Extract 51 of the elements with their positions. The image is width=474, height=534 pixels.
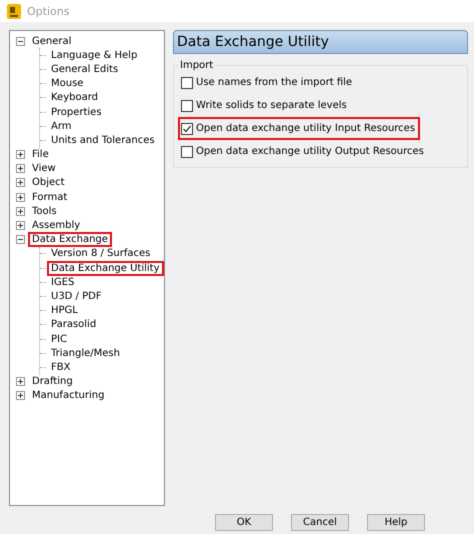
tree-item[interactable]: File bbox=[28, 147, 53, 162]
tree-item[interactable]: General Edits bbox=[47, 62, 122, 77]
tree-item[interactable]: Format bbox=[28, 190, 72, 205]
tree-item[interactable]: Keyboard bbox=[47, 90, 102, 106]
checkbox[interactable] bbox=[181, 76, 193, 88]
expand-icon[interactable] bbox=[16, 391, 25, 400]
expand-icon[interactable] bbox=[16, 178, 25, 188]
expand-icon[interactable] bbox=[16, 164, 25, 174]
expand-icon[interactable] bbox=[16, 221, 25, 230]
tree-item[interactable]: Assembly bbox=[28, 218, 84, 234]
tree-item[interactable]: Object bbox=[28, 175, 69, 190]
page-title: Data Exchange Utility bbox=[173, 30, 468, 54]
tree-item[interactable]: Language & Help bbox=[47, 48, 142, 63]
cancel-button[interactable]: Cancel bbox=[291, 514, 349, 531]
tree-item[interactable]: HPGL bbox=[47, 303, 82, 318]
group-label: Import bbox=[179, 60, 214, 71]
tree-item[interactable]: IGES bbox=[47, 274, 78, 290]
tree-item[interactable]: Parasolid bbox=[47, 317, 100, 332]
tree-item[interactable]: Properties bbox=[47, 104, 106, 120]
tree-item[interactable]: Tools bbox=[28, 204, 61, 219]
tree-item[interactable]: PIC bbox=[47, 332, 71, 347]
ok-button[interactable]: OK bbox=[215, 514, 273, 531]
expand-icon[interactable] bbox=[16, 192, 25, 202]
tree-item[interactable]: Arm bbox=[47, 118, 76, 134]
tree-item[interactable]: View bbox=[28, 161, 60, 176]
expand-icon[interactable] bbox=[16, 150, 25, 160]
option-label: Open data exchange utility Output Resources bbox=[196, 146, 424, 157]
option-label: Write solids to separate levels bbox=[196, 100, 347, 111]
tree-item[interactable]: Data Exchange Utility bbox=[47, 260, 164, 276]
tree-item[interactable]: Data Exchange bbox=[28, 232, 112, 248]
tree-item[interactable]: FBX bbox=[47, 360, 74, 375]
checkbox[interactable] bbox=[181, 100, 193, 112]
checkbox[interactable] bbox=[181, 146, 193, 158]
tree-item[interactable]: Mouse bbox=[47, 76, 88, 92]
tree-item[interactable]: Drafting bbox=[28, 374, 77, 390]
help-button[interactable]: Help bbox=[367, 514, 425, 531]
collapse-icon[interactable] bbox=[16, 235, 25, 244]
tree-item[interactable]: U3D / PDF bbox=[47, 288, 106, 304]
tree-item[interactable]: Version 8 / Surfaces bbox=[47, 246, 154, 262]
window-title: Options bbox=[27, 4, 70, 18]
option-label: Open data exchange utility Input Resources bbox=[196, 123, 416, 134]
collapse-icon[interactable] bbox=[16, 36, 25, 46]
expand-icon[interactable] bbox=[16, 206, 25, 216]
tree-item[interactable]: Manufacturing bbox=[28, 388, 108, 404]
tree-item[interactable]: Triangle/Mesh bbox=[47, 346, 124, 361]
app-icon bbox=[7, 4, 21, 18]
tree-item[interactable]: Units and Tolerances bbox=[47, 132, 159, 148]
expand-icon[interactable] bbox=[16, 377, 25, 386]
tree-item[interactable]: General bbox=[28, 34, 76, 49]
checkbox[interactable] bbox=[181, 122, 193, 134]
option-label: Use names from the import file bbox=[196, 77, 352, 88]
